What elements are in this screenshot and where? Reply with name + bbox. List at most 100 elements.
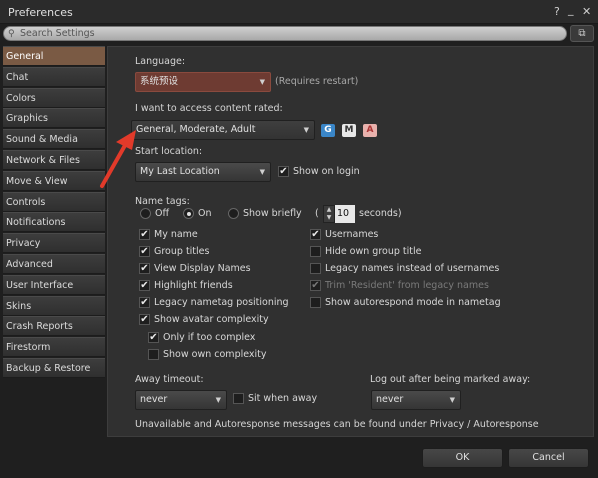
- away-timeout-label: Away timeout:: [135, 374, 204, 385]
- title-bar: [0, 0, 598, 24]
- trim-resident-checkbox: ✔ Trim 'Resident' from legacy names: [310, 280, 489, 291]
- tab-firestorm[interactable]: Firestorm: [3, 337, 105, 358]
- start-location-dropdown[interactable]: My Last Location ▼: [135, 162, 271, 182]
- tab-general[interactable]: General: [3, 46, 105, 66]
- radio-button[interactable]: [140, 208, 151, 219]
- maturity-dropdown[interactable]: General, Moderate, Adult ▼: [131, 120, 315, 140]
- tab-crash-reports[interactable]: Crash Reports: [3, 316, 105, 337]
- chevron-down-icon: ▼: [449, 396, 455, 404]
- close-icon[interactable]: ✕: [582, 5, 591, 18]
- ok-button[interactable]: OK: [422, 448, 503, 468]
- language-note: (Requires restart): [275, 76, 359, 87]
- legacy-names-checkbox[interactable]: Legacy names instead of usernames: [310, 263, 499, 274]
- checkbox-checked[interactable]: ✔: [148, 332, 159, 343]
- checkbox-unchecked[interactable]: [310, 246, 321, 257]
- sidebar: General Chat Colors Graphics Sound & Med…: [3, 46, 105, 379]
- radio-show-briefly[interactable]: Show briefly: [228, 208, 302, 219]
- language-label: Language:: [135, 56, 186, 67]
- checkbox-checked[interactable]: ✔: [310, 229, 321, 240]
- annotation-arrow-icon: [100, 130, 136, 188]
- copy-icon: ⧉: [578, 28, 586, 39]
- cancel-button[interactable]: Cancel: [508, 448, 589, 468]
- usernames-checkbox[interactable]: ✔ Usernames: [310, 229, 378, 240]
- checkbox-checked[interactable]: ✔: [139, 314, 150, 325]
- my-name-checkbox[interactable]: ✔ My name: [139, 229, 198, 240]
- logout-dropdown[interactable]: never ▼: [371, 390, 461, 410]
- away-timeout-dropdown[interactable]: never ▼: [135, 390, 227, 410]
- checkbox-checked[interactable]: ✔: [139, 297, 150, 308]
- radio-off[interactable]: Off: [140, 208, 169, 219]
- tab-advanced[interactable]: Advanced: [3, 253, 105, 274]
- show-on-login-checkbox[interactable]: ✔ Show on login: [278, 166, 360, 177]
- group-titles-label: Group titles: [154, 246, 210, 257]
- tab-network-files[interactable]: Network & Files: [3, 149, 105, 170]
- show-autorespond-checkbox[interactable]: Show autorespond mode in nametag: [310, 297, 501, 308]
- show-avatar-complexity-checkbox[interactable]: ✔ Show avatar complexity: [139, 314, 269, 325]
- seconds-label: seconds): [359, 208, 402, 219]
- checkbox-unchecked[interactable]: [310, 297, 321, 308]
- legacy-nametag-positioning-label: Legacy nametag positioning: [154, 297, 289, 308]
- tab-graphics[interactable]: Graphics: [3, 108, 105, 129]
- badge-moderate: M: [342, 124, 356, 137]
- radio-button[interactable]: [228, 208, 239, 219]
- tab-sound-media[interactable]: Sound & Media: [3, 129, 105, 150]
- radio-show-briefly-label: Show briefly: [243, 208, 302, 219]
- only-if-too-complex-label: Only if too complex: [163, 332, 256, 343]
- start-location-label: Start location:: [135, 146, 203, 157]
- window-title: Preferences: [8, 6, 73, 19]
- hide-own-group-title-checkbox[interactable]: Hide own group title: [310, 246, 421, 257]
- show-avatar-complexity-label: Show avatar complexity: [154, 314, 269, 325]
- legacy-nametag-positioning-checkbox[interactable]: ✔ Legacy nametag positioning: [139, 297, 289, 308]
- tab-user-interface[interactable]: User Interface: [3, 274, 105, 295]
- checkbox-checked[interactable]: ✔: [278, 166, 289, 177]
- radio-button-selected[interactable]: [183, 208, 194, 219]
- chevron-down-icon: ▼: [303, 126, 309, 134]
- highlight-friends-label: Highlight friends: [154, 280, 233, 291]
- tab-privacy[interactable]: Privacy: [3, 233, 105, 254]
- sit-when-away-checkbox[interactable]: Sit when away: [233, 393, 317, 404]
- tab-controls[interactable]: Controls: [3, 191, 105, 212]
- copy-settings-button[interactable]: ⧉: [570, 25, 594, 42]
- checkbox-checked[interactable]: ✔: [139, 229, 150, 240]
- tab-backup-restore[interactable]: Backup & Restore: [3, 357, 105, 378]
- language-value: 系统预设: [140, 76, 179, 87]
- legacy-names-label: Legacy names instead of usernames: [325, 263, 500, 274]
- maturity-label: I want to access content rated:: [135, 103, 283, 114]
- checkbox-checked[interactable]: ✔: [139, 280, 150, 291]
- sit-when-away-label: Sit when away: [248, 393, 318, 404]
- search-placeholder: Search Settings: [20, 28, 95, 39]
- search-icon: ⚲: [8, 29, 15, 39]
- badge-general: G: [321, 124, 335, 137]
- checkbox-checked[interactable]: ✔: [139, 263, 150, 274]
- view-display-names-checkbox[interactable]: ✔ View Display Names: [139, 263, 251, 274]
- minimize-icon[interactable]: _: [568, 3, 574, 16]
- only-if-too-complex-checkbox[interactable]: ✔ Only if too complex: [148, 332, 255, 343]
- tab-colors[interactable]: Colors: [3, 87, 105, 108]
- checkbox-unchecked[interactable]: [148, 349, 159, 360]
- seconds-input[interactable]: 10: [335, 205, 355, 223]
- search-input[interactable]: ⚲ Search Settings: [3, 26, 567, 41]
- checkbox-checked-disabled: ✔: [310, 280, 321, 291]
- radio-on[interactable]: On: [183, 208, 212, 219]
- hide-own-group-title-label: Hide own group title: [325, 246, 422, 257]
- name-tags-label: Name tags:: [135, 196, 190, 207]
- tab-skins[interactable]: Skins: [3, 295, 105, 316]
- language-dropdown[interactable]: 系统预设 ▼: [135, 72, 271, 92]
- highlight-friends-checkbox[interactable]: ✔ Highlight friends: [139, 280, 233, 291]
- my-name-label: My name: [154, 229, 198, 240]
- seconds-spinner-arrows[interactable]: ▲ ▼: [323, 205, 335, 223]
- chevron-down-icon: ▼: [259, 78, 265, 86]
- checkbox-unchecked[interactable]: [310, 263, 321, 274]
- away-timeout-value: never: [140, 394, 168, 405]
- briefly-open-paren: (: [315, 208, 319, 219]
- help-icon[interactable]: ?: [554, 5, 560, 18]
- radio-on-label: On: [198, 208, 212, 219]
- group-titles-checkbox[interactable]: ✔ Group titles: [139, 246, 209, 257]
- info-text: Unavailable and Autoresponse messages ca…: [135, 419, 539, 430]
- show-own-complexity-checkbox[interactable]: Show own complexity: [148, 349, 267, 360]
- checkbox-checked[interactable]: ✔: [139, 246, 150, 257]
- tab-move-view[interactable]: Move & View: [3, 170, 105, 191]
- tab-chat[interactable]: Chat: [3, 66, 105, 87]
- checkbox-unchecked[interactable]: [233, 393, 244, 404]
- tab-notifications[interactable]: Notifications: [3, 212, 105, 233]
